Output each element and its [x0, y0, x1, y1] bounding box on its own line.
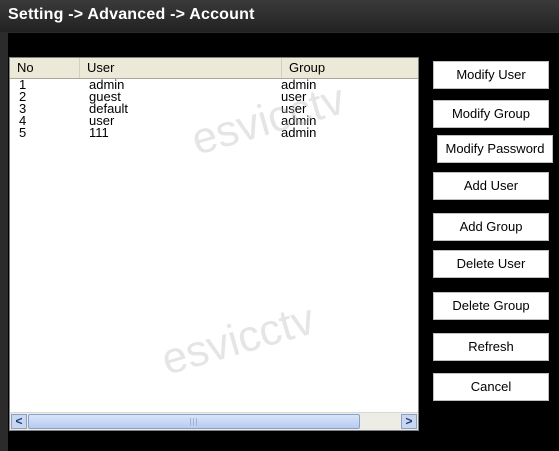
horizontal-scrollbar[interactable]: < ||| >	[10, 412, 418, 430]
column-header-user[interactable]: User	[80, 58, 282, 78]
title-bar: Setting -> Advanced -> Account	[0, 0, 559, 32]
cell-no: 5	[19, 125, 27, 140]
scroll-left-arrow-icon[interactable]: <	[11, 414, 27, 429]
cancel-button[interactable]: Cancel	[433, 373, 549, 401]
table-row[interactable]: 5 111 admin	[10, 125, 418, 140]
add-group-button[interactable]: Add Group	[433, 213, 549, 241]
table-row[interactable]: 4 user admin	[10, 114, 418, 127]
delete-user-button[interactable]: Delete User	[433, 250, 549, 278]
column-header-no[interactable]: No	[10, 58, 80, 78]
modify-user-button[interactable]: Modify User	[433, 61, 549, 89]
account-list[interactable]: No User Group 1 admin admin 2 guest user…	[9, 57, 419, 431]
cell-group: admin	[281, 125, 317, 140]
scroll-right-arrow-icon[interactable]: >	[401, 414, 417, 429]
delete-group-button[interactable]: Delete Group	[433, 292, 549, 320]
list-rows: 1 admin admin 2 guest user 3 default use…	[10, 78, 418, 140]
column-header-group[interactable]: Group	[282, 58, 418, 78]
scrollbar-thumb[interactable]: |||	[28, 414, 360, 429]
modify-group-button[interactable]: Modify Group	[433, 100, 549, 128]
refresh-button[interactable]: Refresh	[433, 333, 549, 361]
table-row[interactable]: 2 guest user	[10, 90, 418, 103]
list-header: No User Group	[10, 58, 418, 79]
add-user-button[interactable]: Add User	[433, 172, 549, 200]
grip-icon: |||	[189, 417, 199, 426]
modify-password-button[interactable]: Modify Password	[437, 135, 553, 163]
window-title: Setting -> Advanced -> Account	[8, 6, 255, 23]
table-row[interactable]: 1 admin admin	[10, 78, 418, 91]
cell-user: 111	[89, 125, 109, 140]
table-row[interactable]: 3 default user	[10, 102, 418, 115]
